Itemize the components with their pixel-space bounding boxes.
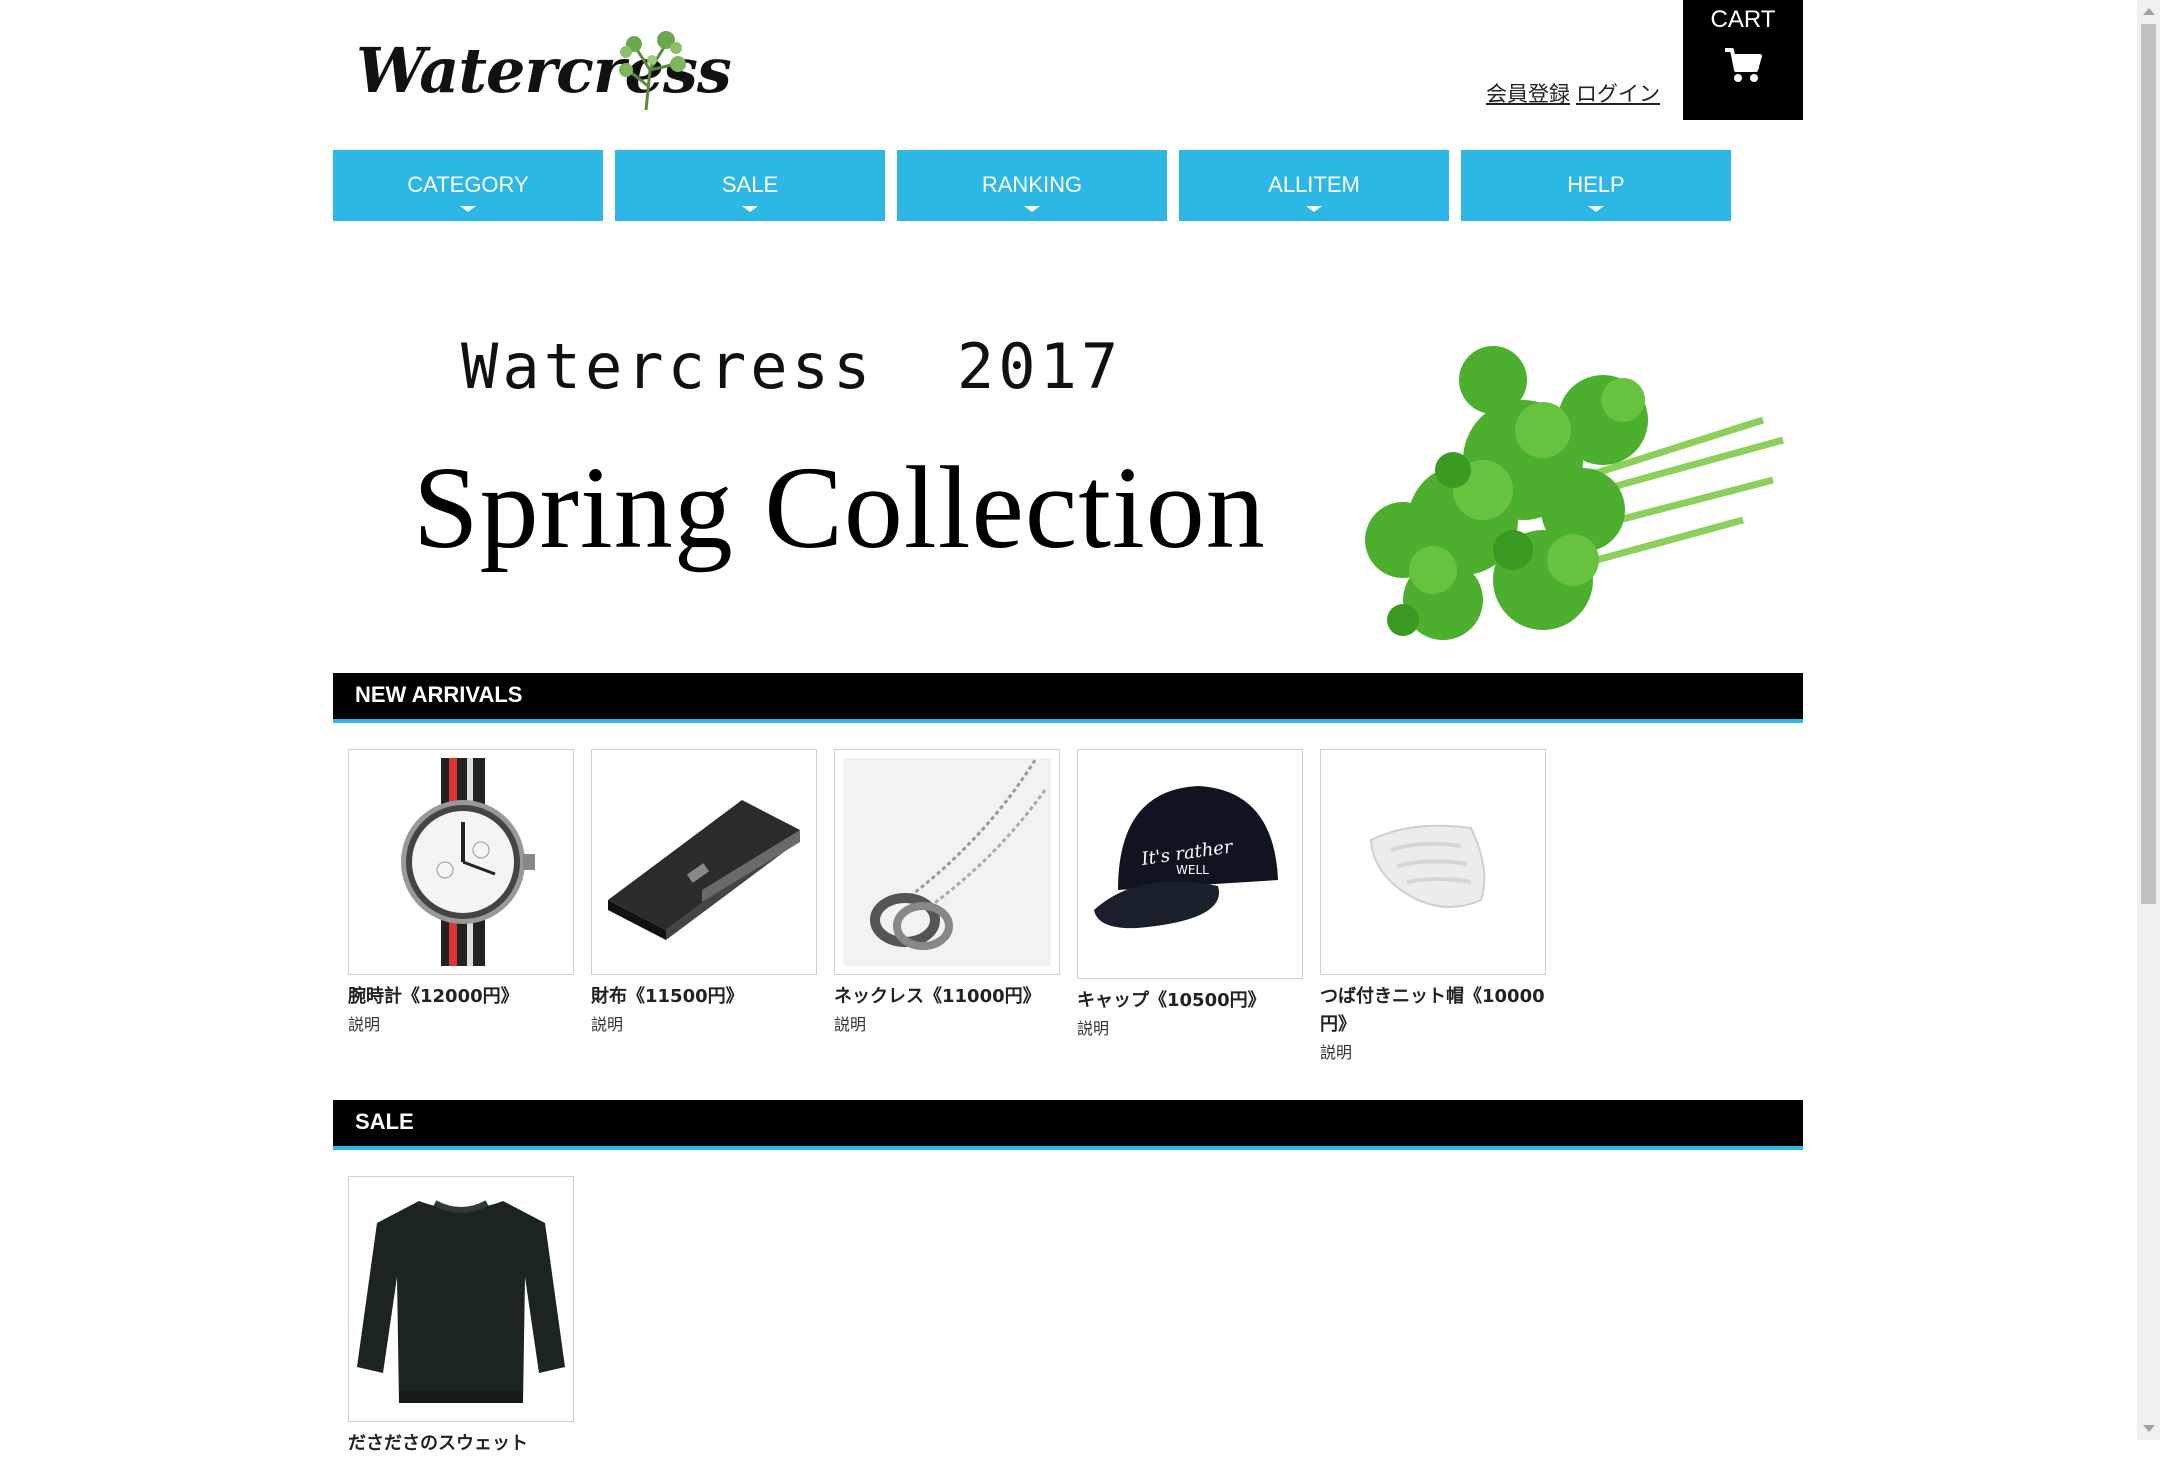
product-name[interactable]: 腕時計《12000円》 — [348, 983, 578, 1011]
product-name[interactable]: キャップ《10500円》 — [1077, 987, 1307, 1015]
section-title: NEW ARRIVALS — [355, 682, 523, 707]
scroll-up-arrow-icon[interactable] — [2143, 8, 2155, 15]
shopping-cart-icon — [1725, 48, 1762, 82]
product-description: 説明 — [834, 1015, 867, 1034]
sale-header: SALE — [333, 1100, 1803, 1150]
svg-text:WELL: WELL — [1176, 863, 1209, 877]
product-thumbnail[interactable]: It's rather WELL — [1077, 749, 1303, 979]
product-name[interactable]: ネックレス《11000円》 — [834, 983, 1064, 1011]
product-card[interactable]: It's rather WELL キャップ《10500円》 説明 — [1077, 749, 1307, 1039]
sweatshirt-image-icon — [357, 1200, 565, 1403]
caret-down-icon — [1024, 206, 1040, 212]
section-title: SALE — [355, 1109, 414, 1134]
nav-label: ALLITEM — [1268, 172, 1360, 197]
product-name[interactable]: 財布《11500円》 — [591, 983, 821, 1011]
cart-button[interactable]: CART — [1683, 0, 1803, 120]
product-description: 説明 — [1077, 1019, 1110, 1038]
necklace-image-icon — [843, 758, 1051, 966]
site-logo[interactable]: Watercress — [350, 30, 732, 120]
caret-down-icon — [1306, 206, 1322, 212]
hero-banner[interactable]: Watercress 2017 Spring Collection — [333, 300, 1803, 650]
nav-help[interactable]: HELP — [1461, 150, 1731, 221]
cart-label: CART — [1710, 6, 1776, 33]
scrollbar-thumb[interactable] — [2141, 24, 2156, 904]
product-card[interactable]: ネックレス《11000円》 説明 — [834, 749, 1064, 1035]
nav-ranking[interactable]: RANKING — [897, 150, 1167, 221]
nav-allitem[interactable]: ALLITEM — [1179, 150, 1449, 221]
product-name[interactable]: ださださのスウェット — [348, 1430, 578, 1458]
watercress-image — [1365, 346, 1784, 640]
page-scrollbar[interactable] — [2137, 0, 2160, 1440]
cap-image-icon: It's rather WELL — [1094, 786, 1278, 929]
account-links: 会員登録 ログイン — [1480, 78, 1660, 108]
hero-title: Spring Collection — [413, 442, 1266, 573]
nav-category[interactable]: CATEGORY — [333, 150, 603, 221]
caret-down-icon — [460, 206, 476, 212]
product-thumbnail[interactable] — [348, 1176, 574, 1422]
nav-label: RANKING — [981, 172, 1083, 197]
product-thumbnail[interactable] — [834, 749, 1060, 975]
register-link[interactable]: 会員登録 — [1486, 82, 1570, 106]
caret-down-icon — [1588, 206, 1604, 212]
product-description: 説明 — [1320, 1043, 1353, 1062]
product-thumbnail[interactable] — [1320, 749, 1546, 975]
product-card[interactable]: 財布《11500円》 説明 — [591, 749, 821, 1035]
product-name[interactable]: つば付きニット帽《10000円》 — [1320, 983, 1550, 1039]
product-card[interactable]: 腕時計《12000円》 説明 — [348, 749, 578, 1035]
product-description: 説明 — [348, 1015, 381, 1034]
watercress-sprig-icon — [619, 31, 686, 111]
nav-sale[interactable]: SALE — [615, 150, 885, 221]
hero-subtitle: Watercress 2017 — [461, 330, 1123, 403]
product-description: 説明 — [591, 1015, 624, 1034]
scroll-down-arrow-icon[interactable] — [2143, 1425, 2155, 1432]
product-card[interactable]: つば付きニット帽《10000円》 説明 — [1320, 749, 1550, 1063]
login-link[interactable]: ログイン — [1576, 82, 1660, 106]
wristwatch-image-icon — [401, 758, 535, 966]
caret-down-icon — [742, 206, 758, 212]
nav-label: SALE — [721, 172, 779, 197]
nav-label: CATEGORY — [407, 172, 529, 197]
wallet-image-icon — [608, 800, 800, 940]
knit-hat-image-icon — [1369, 824, 1486, 909]
main-nav: CATEGORY SALE RANKING ALLITEM HELP — [333, 150, 1733, 221]
product-thumbnail[interactable] — [348, 749, 574, 975]
product-card[interactable]: ださださのスウェット — [348, 1176, 578, 1458]
product-thumbnail[interactable] — [591, 749, 817, 975]
nav-label: HELP — [1567, 172, 1625, 197]
new-arrivals-header: NEW ARRIVALS — [333, 673, 1803, 723]
